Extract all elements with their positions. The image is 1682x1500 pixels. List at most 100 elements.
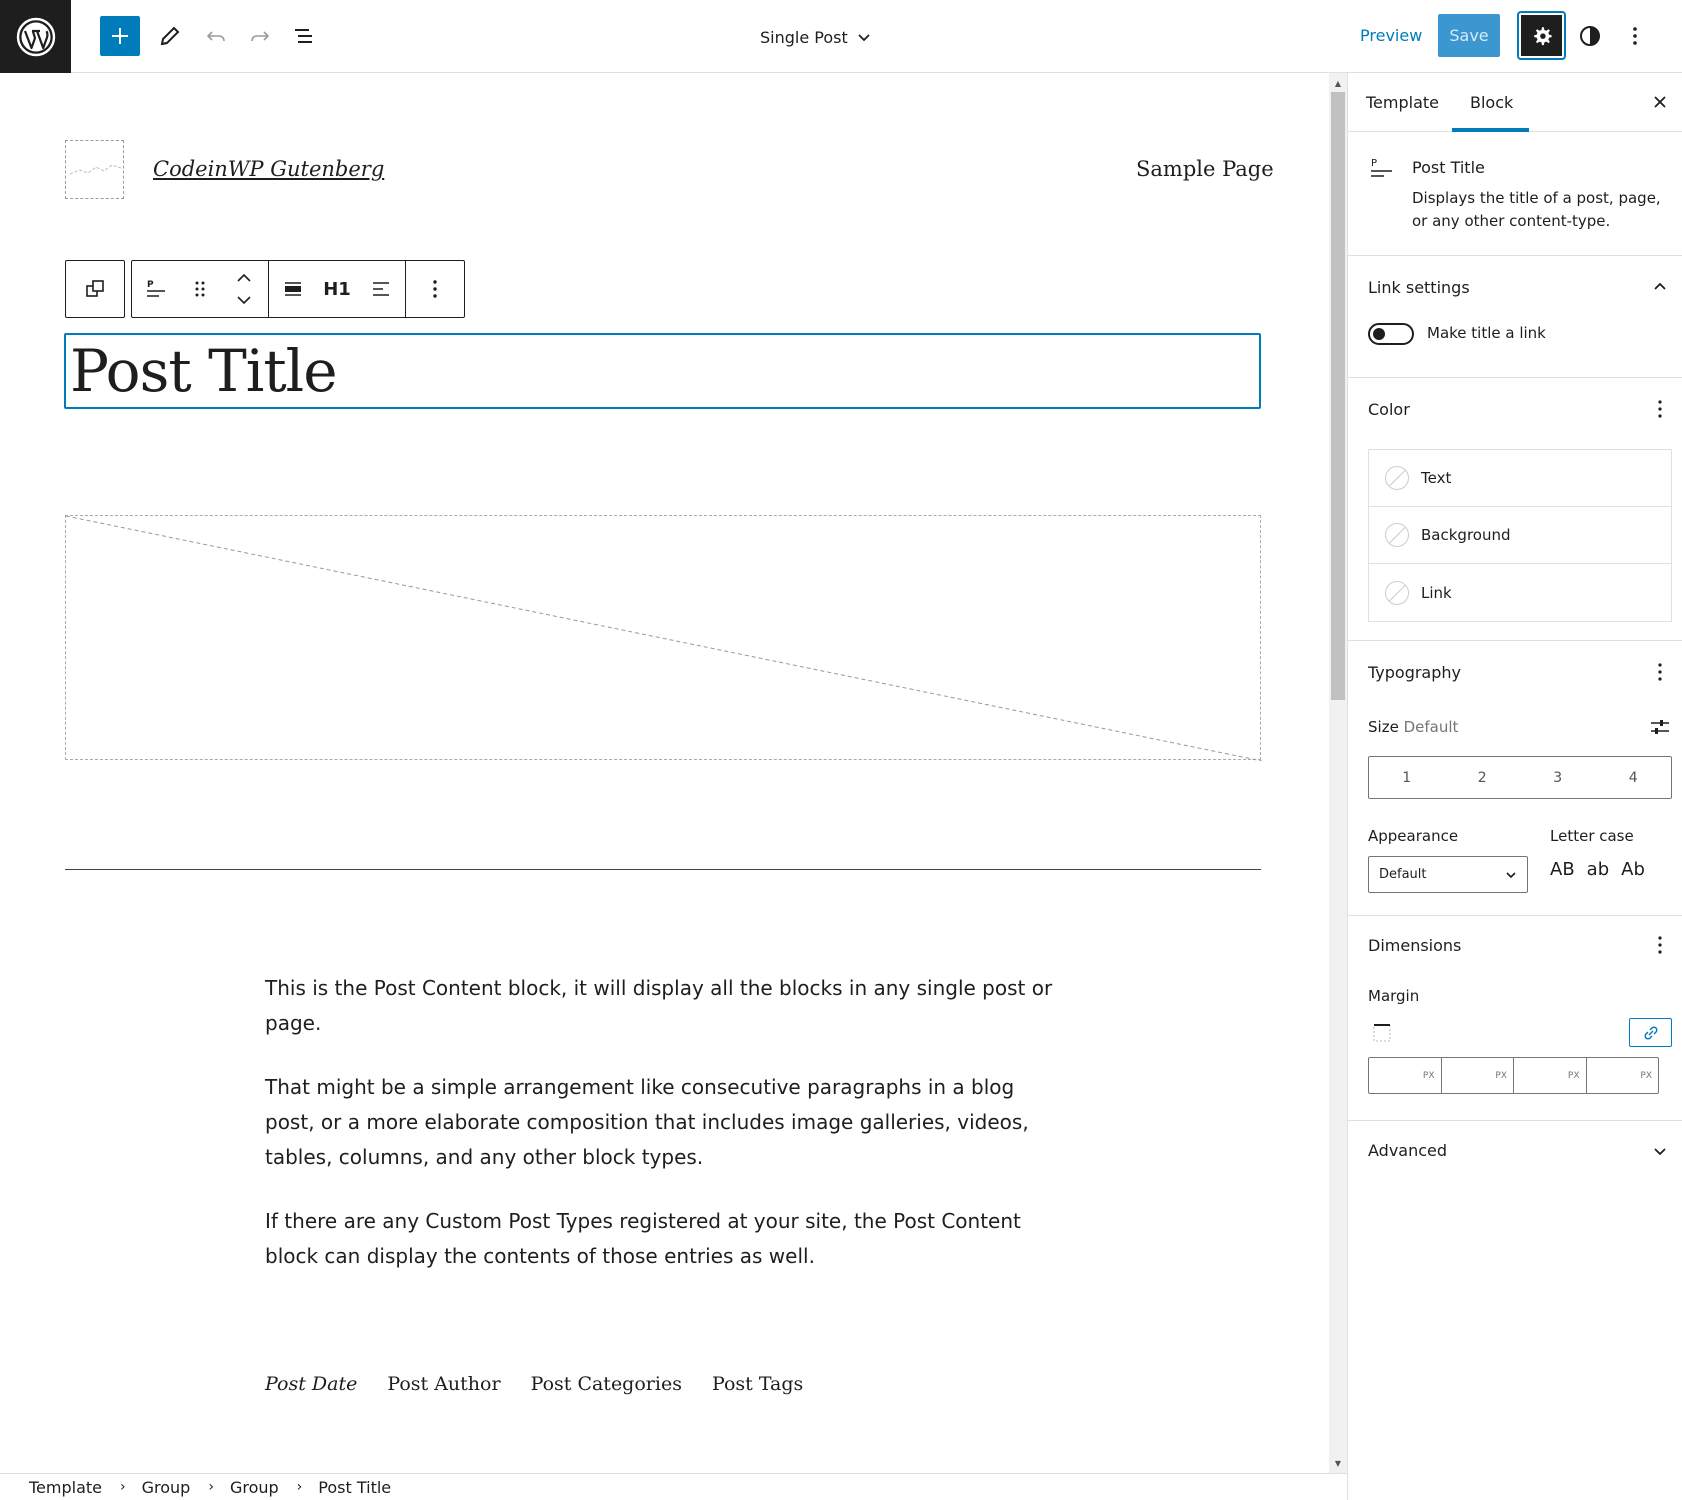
breadcrumb-item-current: Post Title [318, 1477, 392, 1497]
scroll-up-arrow-icon[interactable]: ▲ [1333, 78, 1343, 88]
post-categories[interactable]: Post Categories [531, 1373, 682, 1395]
letter-case-lowercase[interactable]: ab [1587, 859, 1609, 880]
color-panel: Color Text Background Link [1348, 378, 1682, 641]
separator-block[interactable] [65, 869, 1261, 870]
pencil-icon [160, 26, 180, 46]
close-sidebar-button[interactable] [1648, 90, 1672, 114]
preview-button[interactable]: Preview [1360, 26, 1422, 45]
save-button[interactable]: Save [1438, 14, 1500, 57]
block-card-title: Post Title [1412, 158, 1485, 177]
empty-color-swatch-icon [1385, 580, 1409, 605]
empty-color-swatch-icon [1385, 466, 1409, 490]
text-align-icon[interactable] [369, 277, 393, 301]
add-block-button[interactable] [100, 16, 140, 56]
settings-button[interactable] [1517, 11, 1566, 60]
advanced-panel-title: Advanced [1368, 1141, 1448, 1160]
typography-options-button[interactable] [1648, 660, 1672, 684]
letter-case-options: AB ab Ab [1550, 859, 1645, 880]
options-menu-button[interactable] [1618, 18, 1652, 54]
margin-label: Margin [1368, 987, 1420, 1005]
appearance-select-value: Default [1379, 867, 1427, 882]
post-title-block[interactable]: Post Title [64, 333, 1261, 409]
site-title[interactable]: CodeinWP Gutenberg [153, 157, 384, 181]
post-tags[interactable]: Post Tags [712, 1373, 803, 1395]
block-options-button[interactable] [406, 261, 464, 317]
undo-icon [206, 31, 225, 42]
move-up-down-icon[interactable] [232, 273, 256, 305]
half-circle-contrast-icon [1580, 26, 1600, 46]
tab-block[interactable]: Block [1470, 73, 1513, 132]
drag-handle-icon[interactable] [188, 277, 212, 301]
chevron-right-icon: › [208, 1479, 214, 1495]
font-size-option[interactable]: 4 [1596, 757, 1672, 798]
font-size-label-text: Size [1368, 718, 1399, 736]
post-author[interactable]: Post Author [387, 1373, 500, 1395]
custom-size-button[interactable] [1648, 715, 1672, 739]
unit-label: PX [1567, 1070, 1580, 1081]
margin-right-input[interactable]: PX [1442, 1058, 1514, 1093]
site-logo-placeholder[interactable] [65, 140, 124, 199]
content-paragraph: That might be a simple arrangement like … [265, 1075, 1029, 1169]
letter-case-uppercase[interactable]: AB [1550, 859, 1575, 880]
gear-icon [1533, 26, 1552, 45]
more-vertical-icon [433, 280, 437, 298]
list-view-button[interactable] [284, 16, 324, 56]
font-size-option[interactable]: 2 [1445, 757, 1521, 798]
font-size-option[interactable]: 3 [1520, 757, 1596, 798]
select-parent-button[interactable] [66, 261, 124, 317]
typography-panel: Typography Size Default 1 2 3 4 Appearan… [1348, 641, 1682, 916]
heading-level-button[interactable]: H1 [323, 277, 351, 301]
box-sides-icon [1370, 1021, 1394, 1045]
post-date[interactable]: Post Date [265, 1373, 357, 1395]
tab-template[interactable]: Template [1366, 73, 1439, 132]
appearance-select[interactable]: Default [1368, 856, 1528, 893]
link-settings-panel: Link settings Make title a link [1348, 256, 1682, 378]
color-item-background[interactable]: Background [1369, 507, 1671, 564]
canvas-scrollbar-thumb[interactable] [1331, 92, 1345, 700]
chevron-down-icon [858, 34, 870, 42]
color-options-button[interactable] [1648, 397, 1672, 421]
color-item-text[interactable]: Text [1369, 450, 1671, 507]
chevron-down-icon[interactable] [1648, 1139, 1672, 1163]
undo-button[interactable] [196, 16, 236, 56]
align-wide-icon[interactable] [281, 277, 305, 301]
make-title-link-label: Make title a link [1427, 324, 1546, 342]
featured-image-placeholder[interactable] [65, 515, 1263, 762]
chevron-right-icon: › [120, 1479, 126, 1495]
post-content-block[interactable]: This is the Post Content block, it will … [265, 971, 1065, 1303]
breadcrumb-item[interactable]: Group [230, 1478, 279, 1497]
letter-case-capitalize[interactable]: Ab [1621, 859, 1645, 880]
styles-button[interactable] [1570, 18, 1610, 54]
more-vertical-icon [1658, 400, 1662, 418]
svg-text:P: P [147, 280, 154, 290]
breadcrumb-item[interactable]: Group [142, 1478, 191, 1497]
tools-button[interactable] [150, 16, 190, 56]
margin-left-input[interactable]: PX [1587, 1058, 1659, 1093]
chevron-up-icon[interactable] [1648, 275, 1672, 299]
make-title-link-toggle[interactable] [1368, 323, 1414, 345]
dimensions-panel-title: Dimensions [1368, 936, 1462, 955]
wordpress-logo-icon[interactable] [0, 0, 71, 73]
scroll-down-arrow-icon[interactable]: ▼ [1333, 1458, 1343, 1468]
editor-canvas: CodeinWP Gutenberg Sample Page P H1 Post… [0, 73, 1329, 1473]
link-icon [1644, 1026, 1657, 1039]
font-size-option[interactable]: 1 [1369, 757, 1445, 798]
parent-selector-group [65, 260, 125, 318]
block-type-segment: P [132, 261, 269, 317]
dimensions-panel: Dimensions Margin PX PX PX PX [1348, 916, 1682, 1121]
margin-bottom-input[interactable]: PX [1514, 1058, 1587, 1093]
document-title-dropdown[interactable]: Single Post [760, 22, 872, 52]
breadcrumb-item[interactable]: Template [29, 1478, 102, 1497]
redo-button[interactable] [240, 16, 280, 56]
typography-panel-title: Typography [1368, 663, 1461, 682]
dimensions-options-button[interactable] [1648, 933, 1672, 957]
link-settings-title[interactable]: Link settings [1368, 278, 1470, 297]
color-item-link[interactable]: Link [1369, 564, 1671, 621]
featured-image-placeholder-icon [65, 515, 1263, 762]
advanced-panel[interactable]: Advanced [1348, 1121, 1682, 1181]
unlink-sides-button[interactable] [1629, 1018, 1672, 1047]
post-title-block-icon[interactable]: P [144, 277, 168, 301]
nav-link-sample-page[interactable]: Sample Page [1136, 157, 1274, 181]
margin-top-input[interactable]: PX [1369, 1058, 1442, 1093]
parent-block-icon [86, 280, 104, 297]
